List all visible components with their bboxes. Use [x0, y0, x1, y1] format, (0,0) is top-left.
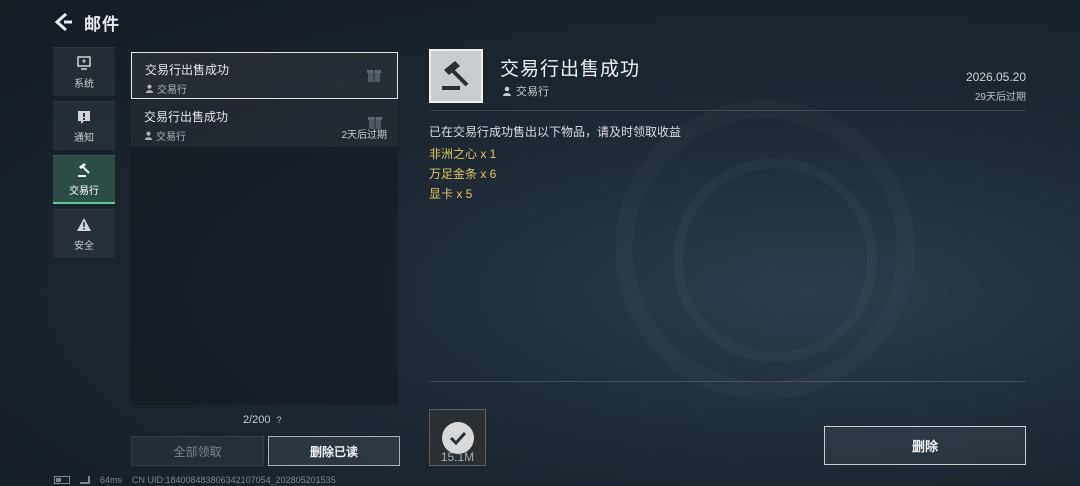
- item-line: 非洲之心 x 1: [429, 147, 497, 161]
- tab-label: 安全: [74, 240, 94, 252]
- mail-sender-label: 交易行: [157, 85, 187, 96]
- detail-sender: 交易行: [502, 83, 549, 99]
- mail-body: 已在交易行成功售出以下物品，请及时领取收益: [429, 125, 682, 139]
- attachment-size: 15.1M: [440, 450, 475, 464]
- tab-notice[interactable]: 通知: [53, 101, 115, 150]
- claimed-check-icon: [441, 421, 474, 454]
- help-icon[interactable]: ?: [277, 415, 282, 425]
- tab-system[interactable]: 系统: [53, 47, 115, 96]
- monitor-icon: [77, 55, 91, 70]
- warning-icon: [77, 217, 91, 231]
- mail-sender-label: 交易行: [156, 132, 186, 143]
- mail-item[interactable]: 交易行出售成功 交易行 2天后过期: [131, 100, 398, 147]
- mail-title: 交易行出售成功: [144, 110, 229, 124]
- tab-label: 系统: [74, 78, 94, 90]
- detail-sender-label: 交易行: [516, 86, 549, 98]
- mail-sender: 交易行: [145, 81, 397, 96]
- gift-icon: [367, 70, 381, 82]
- divider: [429, 381, 1026, 382]
- detail-icon: [429, 49, 483, 103]
- mail-title: 交易行出售成功: [145, 63, 230, 77]
- person-icon: [144, 131, 153, 140]
- tab-trading[interactable]: 交易行: [53, 155, 115, 204]
- background-emblem: [615, 100, 915, 400]
- status-bar: 64ms CN UID:1840084838063421070​54_20280…: [54, 475, 336, 485]
- page-title: 邮件: [84, 14, 120, 34]
- back-arrow-icon[interactable]: [52, 11, 74, 33]
- detail-date: 2026.05.20: [965, 70, 1026, 84]
- item-line: 显卡 x 5: [429, 187, 473, 201]
- gavel-icon: [78, 162, 90, 177]
- person-icon: [503, 86, 511, 96]
- mail-count: 2/200: [243, 414, 271, 426]
- tab-security[interactable]: 安全: [53, 209, 115, 258]
- mail-expire: 2天后过期: [341, 130, 387, 141]
- tab-label: 交易行: [69, 185, 99, 197]
- item-line: 万足金条 x 6: [429, 167, 497, 181]
- detail-title: 交易行出售成功: [500, 59, 641, 80]
- header: 邮件: [52, 8, 120, 36]
- mail-item[interactable]: 交易行出售成功 交易行: [131, 52, 398, 99]
- mail-counter: 2/200 ?: [243, 414, 282, 426]
- item-list: 非洲之心 x 1 万足金条 x 6 显卡 x 5: [429, 144, 496, 204]
- signal-icon: [80, 476, 90, 484]
- claim-all-button[interactable]: 全部领取: [131, 436, 264, 466]
- delete-read-button[interactable]: 删除已读: [268, 436, 400, 466]
- notice-icon: [78, 110, 90, 124]
- gavel-icon: [442, 61, 469, 90]
- uid-text: CN UID:1840084838063421070​54_2028052015…: [132, 475, 336, 485]
- attachment-slot[interactable]: 15.1M: [429, 409, 486, 466]
- divider: [429, 110, 1026, 111]
- detail-expire: 29天后过期: [974, 92, 1026, 103]
- mail-list: 交易行出售成功 交易行 交易行出售成功 交易行 2天后过期: [131, 50, 398, 405]
- battery-icon: [54, 476, 70, 484]
- tab-label: 通知: [74, 132, 94, 144]
- sidebar: 系统 通知 交易行 安全: [53, 47, 115, 263]
- delete-button[interactable]: 删除: [824, 426, 1026, 465]
- person-icon: [145, 84, 154, 93]
- ping-value: 64ms: [100, 475, 123, 485]
